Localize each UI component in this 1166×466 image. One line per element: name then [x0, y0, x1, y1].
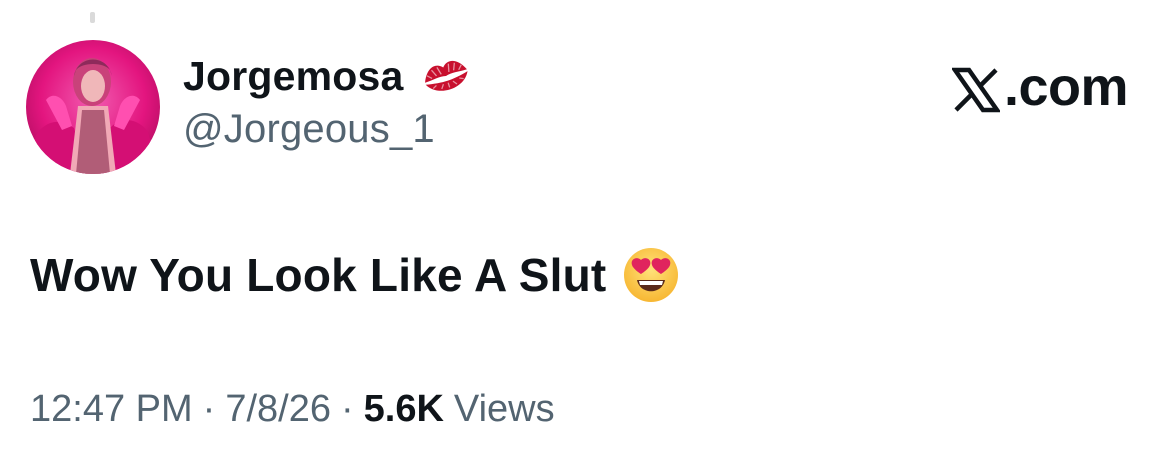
decorative-tick-mark [90, 12, 95, 23]
display-name[interactable]: Jorgemosa [183, 53, 404, 100]
timestamp-date[interactable]: 7/8/26 [225, 388, 331, 431]
tweet-text: Wow You Look Like A Slut [30, 246, 680, 304]
x-logo-icon [950, 64, 1002, 113]
meta-separator: · [202, 388, 216, 430]
meta-separator: · [340, 388, 354, 430]
tweet-meta: 12:47 PM · 7/8/26 · 5.6K Views [30, 388, 555, 431]
brand-label: .com [1003, 57, 1129, 117]
views-label: Views [453, 388, 555, 430]
display-name-row: Jorgemosa [183, 49, 472, 103]
handle[interactable]: @Jorgeous_1 [183, 107, 472, 152]
author-block: Jorgemosa @Jorgeous_1 [183, 49, 472, 152]
kiss-mark-icon [420, 54, 472, 98]
heart-eyes-emoji-icon [622, 246, 680, 304]
tweet-text-body: Wow You Look Like A Slut [30, 249, 607, 301]
views-count: 5.6K [363, 388, 444, 430]
avatar[interactable] [26, 40, 160, 174]
timestamp-time[interactable]: 12:47 PM [30, 388, 193, 431]
brand-mark: .com [950, 56, 1129, 118]
